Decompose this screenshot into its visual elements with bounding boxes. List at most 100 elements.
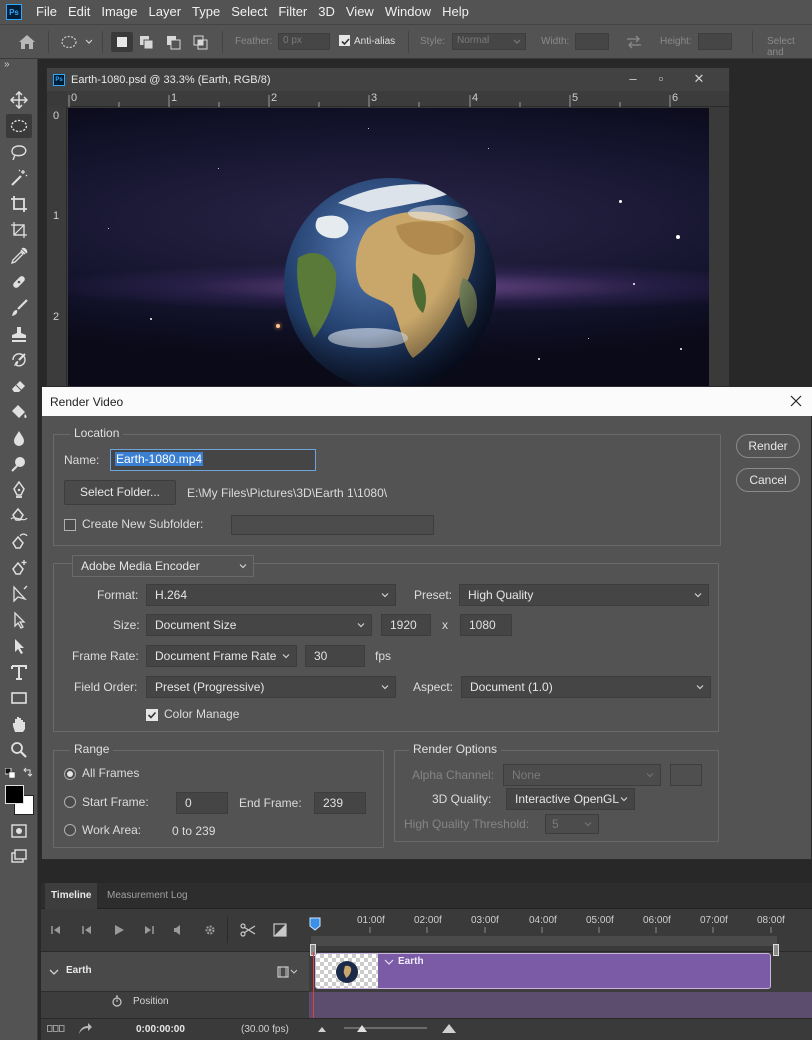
convert-frames-icon[interactable] [47,1025,65,1033]
swap-dimensions-icon[interactable] [625,35,643,49]
audio-icon[interactable] [169,922,187,938]
crop-icon[interactable] [6,192,32,216]
add-to-selection-icon[interactable] [138,34,156,50]
menu-3d[interactable]: 3D [314,0,342,24]
menu-edit[interactable]: Edit [64,0,97,24]
work-area-end-handle[interactable] [773,944,779,956]
zoom-slider-thumb[interactable] [356,1023,368,1033]
alpha-color-swatch[interactable] [670,764,702,786]
zoom-in-icon[interactable] [441,1022,457,1034]
select-folder-button[interactable]: Select Folder... [64,480,176,505]
minimize-icon[interactable]: – [623,72,643,86]
quality-threshold-select[interactable]: 5 [545,814,599,834]
render-button[interactable]: Render [736,434,800,458]
lasso-icon[interactable] [6,140,32,164]
encoder-select[interactable]: Adobe Media Encoder [72,555,254,577]
subtract-from-selection-icon[interactable] [165,34,183,50]
pen-icon[interactable] [6,478,32,502]
start-frame-radio[interactable] [64,796,76,808]
type-icon[interactable] [6,660,32,684]
render-video-icon[interactable] [78,1023,92,1035]
rectangle-icon[interactable] [6,686,32,710]
maximize-icon[interactable]: ▫ [651,72,671,86]
zoom-icon[interactable] [6,738,32,762]
stopwatch-icon[interactable] [111,995,123,1007]
add-anchor-icon[interactable] [6,556,32,580]
menu-file[interactable]: File [32,0,64,24]
document-canvas[interactable] [68,108,709,388]
menu-image[interactable]: Image [97,0,144,24]
tab-measurement-log[interactable]: Measurement Log [101,883,194,909]
direct-selection-solid-icon[interactable] [6,634,32,658]
work-area-radio[interactable] [64,824,76,836]
move-icon[interactable] [6,88,32,112]
aspect-select[interactable]: Document (1.0) [461,676,711,698]
antialias-checkbox[interactable] [339,35,350,46]
eraser-icon[interactable] [6,374,32,398]
film-strip-icon[interactable] [277,966,297,978]
all-frames-radio[interactable] [64,768,76,780]
hand-icon[interactable] [6,712,32,736]
chevron-down-icon[interactable] [49,968,59,976]
width-input[interactable] [575,33,609,50]
play-icon[interactable] [110,922,128,938]
previous-frame-icon[interactable] [77,922,95,938]
name-input[interactable]: Earth-1080.mp4 [110,449,316,471]
brush-icon[interactable] [6,296,32,320]
menu-type[interactable]: Type [188,0,227,24]
color-manage-checkbox[interactable] [146,709,158,721]
cancel-button[interactable]: Cancel [736,468,800,492]
foreground-color-swatch[interactable] [5,785,24,804]
menu-help[interactable]: Help [438,0,476,24]
frame-rate-select[interactable]: Document Frame Rate [146,645,297,667]
video-clip[interactable]: Earth [315,953,771,989]
settings-gear-icon[interactable] [201,922,219,938]
swap-colors-icon[interactable] [23,767,33,777]
menu-filter[interactable]: Filter [274,0,314,24]
blur-icon[interactable] [6,426,32,450]
paint-bucket-icon[interactable] [6,400,32,424]
magic-wand-icon[interactable] [6,166,32,190]
width-input[interactable]: 1920 [381,614,431,636]
field-order-select[interactable]: Preset (Progressive) [146,676,396,698]
zoom-out-icon[interactable] [317,1025,327,1033]
quick-mask-icon[interactable] [6,819,32,843]
screen-mode-icon[interactable] [6,845,32,869]
freeform-pen-icon[interactable] [6,504,32,528]
playhead-icon[interactable] [309,917,321,931]
transition-icon[interactable] [271,922,289,938]
document-titlebar[interactable]: Ps Earth-1080.psd @ 33.3% (Earth, RGB/8)… [47,68,729,91]
split-scissors-icon[interactable] [239,922,257,938]
eyedropper-icon[interactable] [6,244,32,268]
style-select[interactable]: Normal [452,33,526,50]
select-and-mask-button[interactable]: Select and [767,36,812,58]
create-subfolder-checkbox[interactable] [64,519,76,531]
preset-select[interactable]: High Quality [459,584,709,606]
home-icon[interactable] [18,34,36,50]
3d-quality-select[interactable]: Interactive OpenGL [506,788,635,810]
menu-layer[interactable]: Layer [145,0,189,24]
marquee-preset-icon[interactable] [60,35,92,49]
menu-select[interactable]: Select [227,0,274,24]
history-brush-icon[interactable] [6,348,32,372]
timeline-ruler[interactable]: 01:00f 02:00f 03:00f 04:00f 05:00f 06:00… [309,909,812,956]
start-frame-input[interactable]: 0 [176,792,228,814]
subfolder-input[interactable] [231,515,434,535]
direct-selection-icon[interactable] [6,608,32,632]
first-frame-icon[interactable] [47,922,65,938]
new-selection-icon[interactable] [111,32,133,52]
chevron-down-icon[interactable] [384,958,394,966]
close-icon[interactable]: ✕ [689,72,709,86]
size-select[interactable]: Document Size [146,614,372,636]
height-input[interactable] [698,33,732,50]
fps-input[interactable]: 30 [305,645,365,667]
alpha-channel-select[interactable]: None [503,764,661,786]
next-frame-icon[interactable] [141,922,159,938]
curvature-pen-icon[interactable] [6,530,32,554]
end-frame-input[interactable]: 239 [314,792,366,814]
dodge-icon[interactable] [6,452,32,476]
dialog-titlebar[interactable]: Render Video [42,387,812,416]
feather-input[interactable]: 0 px [278,33,330,50]
menu-view[interactable]: View [342,0,381,24]
close-icon[interactable] [788,393,804,409]
